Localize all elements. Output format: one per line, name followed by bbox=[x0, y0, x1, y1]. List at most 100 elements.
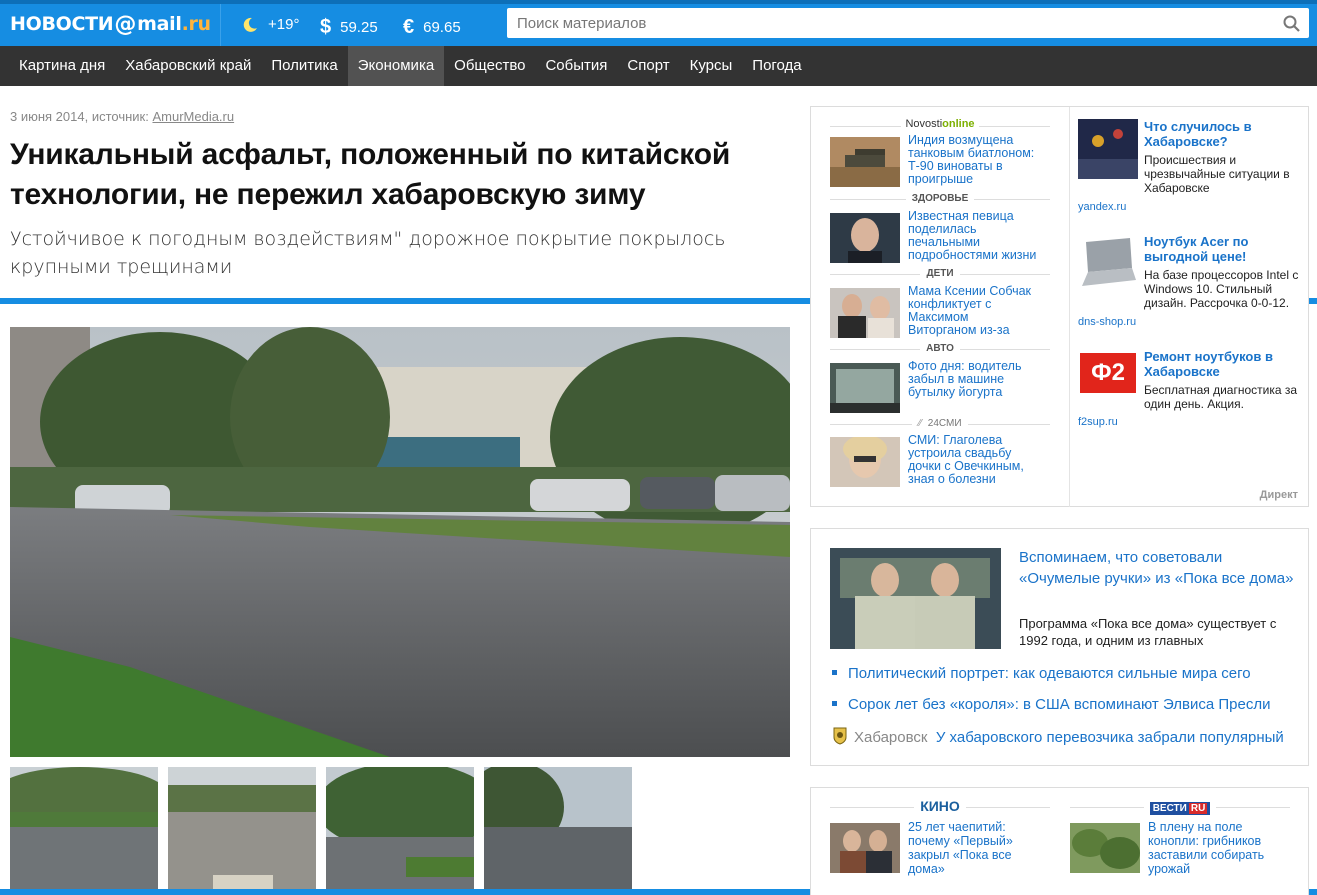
bullet-icon bbox=[832, 669, 837, 675]
divider bbox=[1069, 107, 1070, 507]
news-widget: Novostionline Индия возмущена танковым б… bbox=[810, 106, 1309, 507]
search-box bbox=[507, 8, 1309, 38]
news-link[interactable]: Известная певица поделилась печальными п… bbox=[908, 210, 1040, 265]
partners-widget: КИНО ВЕСТИ RU 25 лет чаепитий: почему «Пе… bbox=[810, 787, 1309, 895]
section-label: ⁄⁄ 24СМИ bbox=[830, 418, 1050, 429]
news-thumb bbox=[830, 213, 900, 263]
nav-item-kartina-dnya[interactable]: Картина дня bbox=[9, 46, 115, 86]
brand-online: online bbox=[942, 118, 975, 130]
city-news-item[interactable]: Хабаровск У хабаровского перевозчика заб… bbox=[832, 727, 1302, 746]
nav-item-politika[interactable]: Политика bbox=[261, 46, 347, 86]
ad-domain[interactable]: yandex.ru bbox=[1078, 201, 1126, 213]
divider bbox=[220, 4, 221, 46]
article-meta: 3 июня 2014, источник: AmurMedia.ru bbox=[10, 109, 234, 124]
list-item[interactable]: В плену на поле конопли: грибников заста… bbox=[1070, 820, 1290, 876]
news-link[interactable]: 25 лет чаепитий: почему «Первый» закрыл … bbox=[908, 820, 1048, 876]
ad-item[interactable]: Ф2 Ремонт ноутбуков в Хабаровске Бесплат… bbox=[1078, 349, 1303, 429]
dollar-icon: $ bbox=[320, 16, 332, 38]
nav-item-ekonomika[interactable]: Экономика bbox=[347, 46, 445, 86]
section-label: ДЕТИ bbox=[830, 268, 1050, 279]
news-thumb bbox=[830, 288, 900, 338]
list-item[interactable]: СМИ: Глаголева устроила свадьбу дочки с … bbox=[830, 434, 1045, 489]
list-item[interactable]: Индия возмущена танковым биатлоном: Т-90… bbox=[830, 134, 1045, 189]
list-item[interactable]: Известная певица поделилась печальными п… bbox=[830, 210, 1045, 265]
eur-value: 69.65 bbox=[423, 19, 461, 36]
ad-description: Происшествия и чрезвычайные ситуации в Х… bbox=[1144, 153, 1290, 195]
news-link[interactable]: Мама Ксении Собчак конфликтует с Максимо… bbox=[908, 285, 1040, 340]
featured-photo[interactable] bbox=[830, 548, 1001, 649]
vesti-header: ВЕСТИ RU bbox=[1070, 798, 1290, 816]
ad-domain[interactable]: f2sup.ru bbox=[1078, 416, 1118, 428]
gallery-thumb[interactable] bbox=[484, 767, 632, 895]
nav-item-pogoda[interactable]: Погода bbox=[742, 46, 811, 86]
usd-value: 59.25 bbox=[340, 19, 378, 36]
chart-icon: ⁄⁄ bbox=[912, 418, 928, 429]
nav-item-kursy[interactable]: Курсы bbox=[680, 46, 743, 86]
section-label: АВТО bbox=[830, 343, 1050, 354]
main-photo[interactable] bbox=[10, 327, 790, 757]
article-date: 3 июня 2014, источник: bbox=[10, 109, 153, 124]
gallery-thumb[interactable] bbox=[326, 767, 474, 895]
ad-title[interactable]: Ремонт ноутбуков в Хабаровске bbox=[1144, 349, 1304, 379]
city-emblem-icon bbox=[833, 727, 847, 745]
article-subtitle: Устойчивое к погодным воздействиям" доро… bbox=[10, 228, 726, 278]
news-thumb bbox=[830, 137, 900, 187]
weather-widget[interactable]: +19° bbox=[242, 16, 299, 33]
ad-item[interactable]: Ноутбук Acer по выгодной цене! На базе п… bbox=[1078, 234, 1303, 334]
city-name[interactable]: Хабаровск bbox=[854, 729, 927, 746]
logo-ru: .ru bbox=[181, 13, 212, 35]
ad-description: Бесплатная диагностика за один день. Акц… bbox=[1144, 383, 1298, 411]
gallery-thumb[interactable] bbox=[168, 767, 316, 895]
bullet-icon bbox=[832, 700, 837, 706]
ad-item[interactable]: Что случилось в Хабаровске? Происшествия… bbox=[1078, 119, 1303, 219]
list-item[interactable]: Сорок лет без «короля»: в США вспоминают… bbox=[832, 696, 1270, 713]
brand-novosti: Novosti bbox=[905, 118, 943, 130]
ad-image bbox=[1078, 234, 1138, 294]
weather-temp: +19° bbox=[268, 16, 300, 33]
list-item[interactable]: Политический портрет: как одеваются силь… bbox=[832, 665, 1251, 682]
source-link[interactable]: AmurMedia.ru bbox=[152, 109, 234, 124]
vesti-logo[interactable]: ВЕСТИ RU bbox=[1149, 802, 1211, 815]
top-bar: НОВОСТИ @ mail .ru +19° $ 59.25 € 69.65 bbox=[0, 0, 1317, 46]
news-thumb bbox=[830, 823, 900, 873]
list-item[interactable]: Мама Ксении Собчак конфликтует с Максимо… bbox=[830, 285, 1045, 340]
ad-title[interactable]: Ноутбук Acer по выгодной цене! bbox=[1144, 234, 1304, 264]
article-title: Уникальный асфальт, положенный по китайс… bbox=[10, 138, 731, 211]
nav-item-sobytiya[interactable]: События bbox=[535, 46, 617, 86]
site-logo[interactable]: НОВОСТИ @ mail .ru bbox=[10, 10, 211, 38]
moon-icon bbox=[243, 17, 257, 32]
gallery-thumb[interactable] bbox=[10, 767, 158, 895]
list-item[interactable]: Фото дня: водитель забыл в машине бутылк… bbox=[830, 360, 1045, 415]
kino-label[interactable]: КИНО bbox=[914, 798, 966, 814]
news-thumb bbox=[830, 437, 900, 487]
nav-item-khabarovsk[interactable]: Хабаровский край bbox=[115, 46, 261, 86]
main-nav: Картина дня Хабаровский край Политика Эк… bbox=[0, 46, 1317, 86]
news-link[interactable]: Индия возмущена танковым биатлоном: Т-90… bbox=[908, 134, 1040, 189]
city-news-link[interactable]: У хабаровского перевозчика забрали попул… bbox=[936, 729, 1284, 746]
kino-header: КИНО bbox=[830, 798, 1050, 816]
nav-item-sport[interactable]: Спорт bbox=[617, 46, 679, 86]
euro-icon: € bbox=[403, 16, 415, 38]
nav-item-obshchestvo[interactable]: Общество bbox=[444, 46, 535, 86]
ad-logo: Ф2 bbox=[1078, 349, 1138, 409]
ad-title[interactable]: Что случилось в Хабаровске? bbox=[1144, 119, 1304, 149]
novosti-online-header: Novostionline bbox=[830, 118, 1050, 130]
usd-rate[interactable]: $ 59.25 bbox=[320, 16, 378, 39]
ad-description: На базе процессоров Intel с Windows 10. … bbox=[1144, 268, 1299, 310]
featured-widget: Вспоминаем, что советовали «Очумелые руч… bbox=[810, 528, 1309, 766]
ad-image bbox=[1078, 119, 1138, 179]
news-link[interactable]: Фото дня: водитель забыл в машине бутылк… bbox=[908, 360, 1040, 415]
ad-domain[interactable]: dns-shop.ru bbox=[1078, 316, 1136, 328]
list-item[interactable]: 25 лет чаепитий: почему «Первый» закрыл … bbox=[830, 820, 1050, 876]
featured-body: Программа «Пока все дома» существует с 1… bbox=[1019, 616, 1277, 647]
news-link[interactable]: СМИ: Глаголева устроила свадьбу дочки с … bbox=[908, 434, 1040, 489]
direct-label[interactable]: Директ bbox=[1260, 489, 1298, 501]
news-link[interactable]: В плену на поле конопли: грибников заста… bbox=[1148, 820, 1288, 876]
search-icon[interactable] bbox=[1283, 15, 1300, 32]
eur-rate[interactable]: € 69.65 bbox=[403, 16, 461, 39]
featured-headline[interactable]: Вспоминаем, что советовали «Очумелые руч… bbox=[1019, 547, 1294, 589]
search-input[interactable] bbox=[507, 8, 1267, 38]
section-label: ЗДОРОВЬЕ bbox=[830, 193, 1050, 204]
news-thumb bbox=[830, 363, 900, 413]
logo-at: @ bbox=[114, 11, 137, 37]
